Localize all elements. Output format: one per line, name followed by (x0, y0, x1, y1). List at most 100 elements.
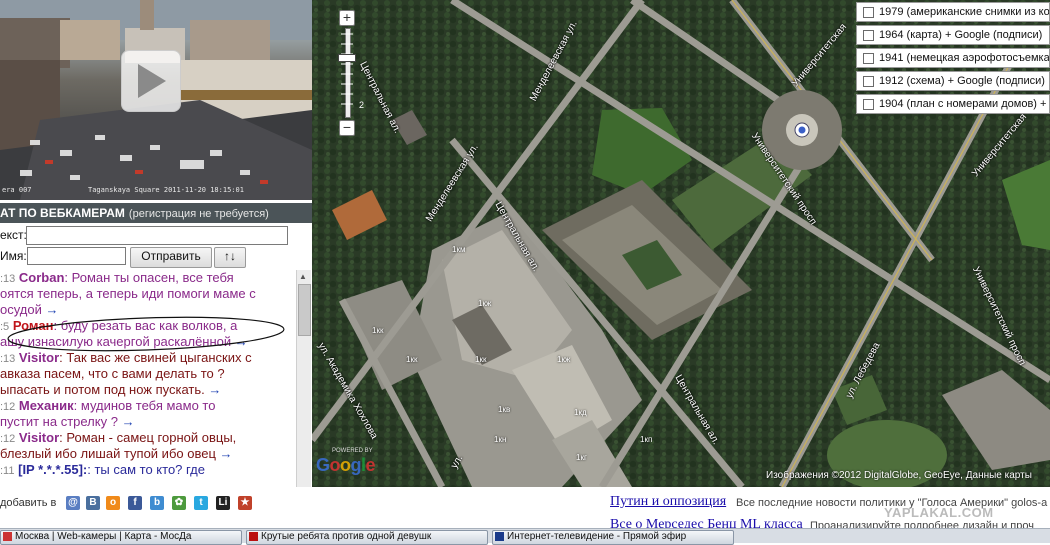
layer-checkbox[interactable] (863, 76, 874, 87)
chat-message-line: блезлый ибо лишай тупой ибо овец → (0, 446, 296, 462)
map-view[interactable]: Центральная ал. Центральная ал. Централь… (312, 0, 1050, 487)
building-label: 1кж (557, 355, 571, 364)
layer-item[interactable]: 1964 (карта) + Google (подписи) (856, 25, 1050, 45)
play-icon (138, 64, 166, 98)
layer-checkbox[interactable] (863, 99, 874, 110)
layer-item[interactable]: 1941 (немецкая аэрофотосъемка (856, 48, 1050, 68)
message-time: :13 (0, 273, 16, 285)
message-text: ыпасать и потом под нож пускать. (0, 382, 205, 397)
message-input[interactable] (26, 226, 288, 245)
browser-tab-icon (249, 532, 258, 541)
zoom-control[interactable]: + 2 − (338, 10, 364, 136)
taskbar-item-title: Москва | Web-камеры | Карта - МосДа (15, 531, 192, 542)
message-text: осудой (0, 302, 42, 317)
taskbar-item-1[interactable]: Москва | Web-камеры | Карта - МосДа (0, 530, 242, 545)
play-button[interactable] (121, 50, 181, 112)
news-link-putin[interactable]: Путин и оппозиция (610, 494, 726, 510)
chat-message-line: :13 Visitor: Так вас же свиней цыганских… (0, 350, 252, 365)
webcam-timestamp-right: Taganskaya Square 2011-11-20 18:15:01 (88, 186, 244, 194)
message-username[interactable]: Механик (19, 398, 74, 413)
zoom-slider-handle[interactable] (338, 54, 356, 62)
chat-registration-note: (регистрация не требуется) (128, 208, 269, 220)
reply-arrow-icon[interactable]: → (220, 446, 233, 461)
facebook-icon[interactable]: f (128, 496, 142, 510)
twitter-icon[interactable]: t (194, 496, 208, 510)
chat-header: АТ ПО ВЕБКАМЕРАМ (регистрация не требуетс… (0, 203, 312, 223)
map-attribution: Изображения ©2012 DigitalGlobe, GeoEye, … (766, 470, 1032, 481)
building-label: 1кк (406, 355, 418, 364)
message-text: авказа пасем, что с вами делать то ? (0, 366, 225, 381)
message-username[interactable]: [IP *.*.*.55]: (18, 462, 87, 477)
building-label: 1кк (475, 355, 487, 364)
chat-messages: :13 Corban: Роман ты опасен, все тебя оят… (0, 270, 296, 487)
chat-title: АТ ПО ВЕБКАМЕРАМ (0, 206, 125, 220)
message-username[interactable]: Visitor (19, 350, 59, 365)
location-marker-icon[interactable] (794, 122, 810, 138)
message-username[interactable]: Visitor (19, 430, 59, 445)
layer-item[interactable]: 1904 (план с номерами домов) + (856, 94, 1050, 114)
zoom-level: 2 (359, 100, 365, 110)
building-label: 1км (452, 245, 466, 254)
layer-list: 1979 (американские снимки из ко 1964 (кар… (856, 2, 1050, 117)
layer-label: 1979 (американские снимки из ко (879, 6, 1050, 18)
chat-message-line: :11 [IP *.*.*.55]:: ты сам то кто? где (0, 462, 205, 477)
zoom-ticks (341, 33, 353, 105)
text-label: екст: (0, 228, 27, 242)
liveinternet-icon[interactable]: Li (216, 496, 230, 510)
name-label: Имя: (0, 249, 27, 263)
share-bar: добавить в @ B o f b ✿ t Li ★ (0, 487, 600, 522)
layer-checkbox[interactable] (863, 30, 874, 41)
message-text: мудинов тебя мамо то (80, 398, 216, 413)
reply-arrow-icon[interactable]: → (46, 302, 59, 317)
layer-label: 1964 (карта) + Google (подписи) (879, 29, 1043, 41)
layer-item[interactable]: 1912 (схема) + Google (подписи) (856, 71, 1050, 91)
message-text: блезлый ибо лишай тупой ибо овец (0, 446, 216, 461)
vkontakte-icon[interactable]: B (86, 496, 100, 510)
message-time: :12 (0, 401, 16, 413)
highlight-ellipse (7, 316, 285, 352)
message-text: Роман - самец горной овцы, (66, 430, 237, 445)
mail-icon[interactable]: @ (66, 496, 80, 510)
reply-arrow-icon[interactable]: → (122, 414, 135, 429)
building-label: 1кв (498, 405, 511, 414)
scroll-up-icon[interactable]: ▲ (299, 272, 307, 281)
layer-item[interactable]: 1979 (американские снимки из ко (856, 2, 1050, 22)
layer-checkbox[interactable] (863, 7, 874, 18)
zoom-out-button[interactable]: − (339, 120, 355, 136)
message-text: пустит на стрелку ? (0, 414, 118, 429)
odnoklassniki-icon[interactable]: o (106, 496, 120, 510)
message-username[interactable]: Corban (19, 270, 65, 285)
taskbar-item-2[interactable]: Крутые ребята против одной девушк (246, 530, 488, 545)
message-text: ты сам то кто? где (94, 462, 205, 477)
browser-tab-icon (3, 532, 12, 541)
left-panel: era 007 Taganskaya Square 2011-11-20 18:… (0, 0, 312, 487)
webcam-video[interactable]: era 007 Taganskaya Square 2011-11-20 18:… (0, 0, 312, 200)
chat-message-line: :12 Механик: мудинов тебя мамо то (0, 398, 216, 413)
reply-arrow-icon[interactable]: → (208, 382, 221, 397)
name-input[interactable] (27, 247, 126, 265)
chat-message-line: :12 Visitor: Роман - самец горной овцы, (0, 430, 237, 445)
taskbar-item-3[interactable]: Интернет-телевидение - Прямой эфир (492, 530, 734, 545)
building-label: 1кн (494, 435, 507, 444)
sort-button[interactable]: ↑↓ (214, 247, 246, 268)
building-label: 1кж (478, 299, 492, 308)
building-label: 1кг (576, 453, 587, 462)
chat-message-line: пустит на стрелку ? → (0, 414, 296, 430)
blogger-icon[interactable]: b (150, 496, 164, 510)
taskbar: Москва | Web-камеры | Карта - МосДа Крут… (0, 528, 1050, 545)
layer-label: 1904 (план с номерами домов) + (879, 98, 1047, 110)
bookmark-icon[interactable]: ★ (238, 496, 252, 510)
message-time: :13 (0, 353, 16, 365)
site-watermark: YAPLAKAL.COM (884, 505, 994, 520)
scroll-thumb[interactable] (298, 284, 311, 336)
zoom-in-button[interactable]: + (339, 10, 355, 26)
google-powered-label: POWERED BY (332, 448, 373, 454)
webcam-timestamp: era 007 Taganskaya Square 2011-11-20 18:… (0, 186, 312, 198)
message-time: :11 (0, 465, 15, 477)
building-label: 1кд (574, 408, 587, 417)
taskbar-item-title: Крутые ребята против одной девушк (261, 531, 432, 542)
layer-checkbox[interactable] (863, 53, 874, 64)
send-button[interactable]: Отправить (130, 247, 212, 268)
livejournal-icon[interactable]: ✿ (172, 496, 186, 510)
chat-scrollbar[interactable]: ▲ (296, 270, 311, 487)
